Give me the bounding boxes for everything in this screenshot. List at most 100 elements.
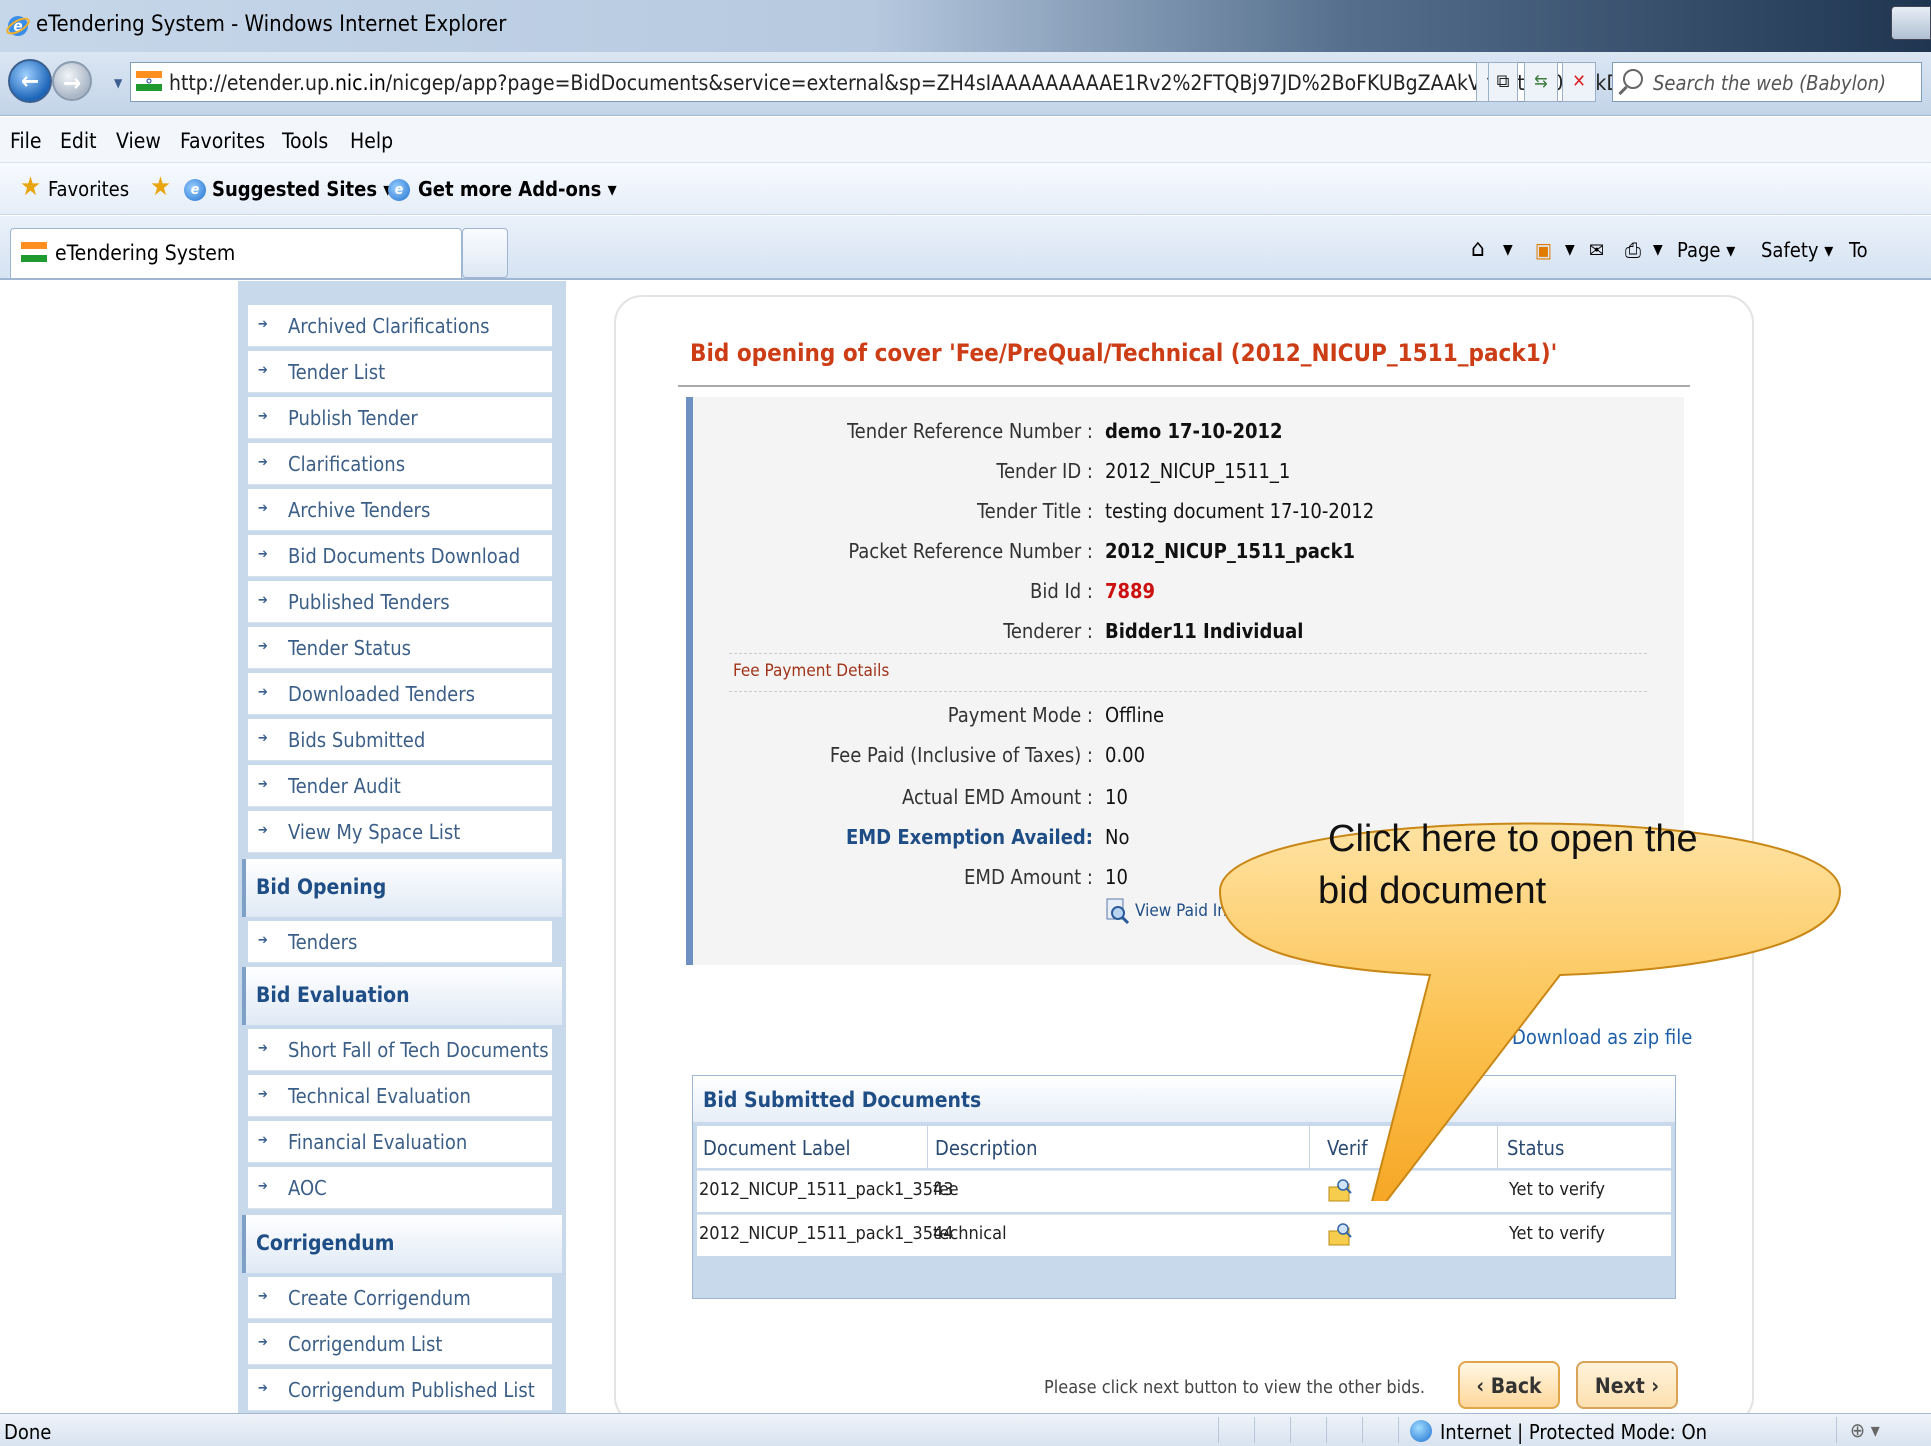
sidebar-item-archive-tenders[interactable]: ➔ Archive Tenders — [248, 489, 552, 531]
sidebar-item-label: Bids Submitted — [288, 728, 426, 752]
sidebar-item-create-corrigendum[interactable]: ➔ Create Corrigendum — [248, 1277, 552, 1319]
sidebar-item-downloaded-tenders[interactable]: ➔ Downloaded Tenders — [248, 673, 552, 715]
sidebar-item-view-my-space-list[interactable]: ➔ View My Space List — [248, 811, 552, 853]
sidebar-item-tender-status[interactable]: ➔ Tender Status — [248, 627, 552, 669]
feeds-icon[interactable]: ▣ — [1535, 238, 1552, 262]
menu-view[interactable]: View — [116, 129, 161, 153]
sidebar-item-published-tenders[interactable]: ➔ Published Tenders — [248, 581, 552, 623]
open-folder-icon[interactable] — [1327, 1221, 1353, 1249]
next-hint-text: Please click next button to view the oth… — [1044, 1377, 1426, 1398]
column-header-description: Description — [935, 1136, 1038, 1160]
emd-amount-label: EMD Amount : — [964, 865, 1093, 889]
fee-paid-label: Fee Paid (Inclusive of Taxes) : — [829, 743, 1093, 767]
new-tab-button[interactable] — [462, 228, 508, 278]
search-input[interactable]: Search the web (Babylon) — [1612, 62, 1922, 102]
favorites-button[interactable]: Favorites — [48, 177, 129, 201]
bullet-icon: ➔ — [258, 1087, 268, 1102]
security-zone-text: Internet | Protected Mode: On — [1440, 1420, 1708, 1444]
sidebar-item-tender-audit[interactable]: ➔ Tender Audit — [248, 765, 552, 807]
print-dropdown-icon[interactable]: ▼ — [1653, 242, 1663, 258]
status-separator — [1836, 1417, 1837, 1443]
safety-menu[interactable]: Safety ▾ — [1761, 238, 1833, 262]
ie-page-icon: e — [184, 179, 206, 201]
sidebar-item-label: Technical Evaluation — [288, 1084, 471, 1108]
feeds-dropdown-icon[interactable]: ▼ — [1565, 242, 1575, 258]
home-dropdown-icon[interactable]: ▼ — [1503, 242, 1513, 258]
menu-favorites[interactable]: Favorites — [180, 129, 265, 153]
status-text: Done — [4, 1420, 52, 1444]
sidebar-item-tenders[interactable]: ➔ Tenders — [248, 921, 552, 963]
url-domain: nic.in — [334, 71, 386, 95]
sidebar-item-tender-list[interactable]: ➔ Tender List — [248, 351, 552, 393]
bullet-icon: ➔ — [258, 1133, 268, 1148]
bullet-icon: ➔ — [258, 547, 268, 562]
add-favorite-icon[interactable]: ★ — [150, 174, 174, 200]
sidebar-item-publish-tender[interactable]: ➔ Publish Tender — [248, 397, 552, 439]
tab-etendering[interactable]: eTendering System — [10, 228, 462, 278]
menu-tools[interactable]: Tools — [282, 129, 328, 153]
zoom-icon[interactable]: ⊕ ▾ — [1850, 1418, 1880, 1442]
back-button[interactable]: ‹ Back — [1458, 1361, 1560, 1409]
get-addons-link[interactable]: Get more Add-ons ▾ — [418, 177, 617, 201]
column-header-document-label: Document Label — [703, 1136, 851, 1160]
page-content: ➔ Archived Clarifications ➔ Tender List ➔ P… — [0, 281, 1931, 1413]
address-bar[interactable]: http://etender.up.nic.in/nicgep/app?page… — [130, 62, 1686, 102]
divider — [729, 691, 1647, 692]
command-bar: ⌂ ▼ ▣ ▼ ✉ ⎙ ▼ Page ▾ Safety ▾ To — [1471, 230, 1931, 270]
print-icon[interactable]: ⎙ — [1625, 238, 1641, 262]
sidebar-item-corrigendum-published-list[interactable]: ➔ Corrigendum Published List — [248, 1369, 552, 1411]
tools-menu[interactable]: To — [1849, 238, 1868, 262]
bullet-icon: ➔ — [258, 685, 268, 700]
packet-ref-label: Packet Reference Number : — [848, 539, 1093, 563]
menu-help[interactable]: Help — [350, 129, 393, 153]
sidebar-item-label: Create Corrigendum — [288, 1286, 471, 1310]
sidebar-item-bid-documents-download[interactable]: ➔ Bid Documents Download — [248, 535, 552, 577]
arrow-right-icon: → — [62, 69, 82, 97]
forward-button[interactable]: → — [52, 61, 92, 101]
sidebar-item-bids-submitted[interactable]: ➔ Bids Submitted — [248, 719, 552, 761]
sidebar-heading-bid-evaluation: Bid Evaluation — [242, 967, 562, 1025]
sidebar-item-aoc[interactable]: ➔ AOC — [248, 1167, 552, 1209]
sidebar-item-archived-clarifications[interactable]: ➔ Archived Clarifications — [248, 305, 552, 347]
tab-label: eTendering System — [55, 241, 236, 265]
sidebar-item-label: Financial Evaluation — [288, 1130, 468, 1154]
tenderer-value: Bidder11 Individual — [1105, 619, 1304, 643]
url-prefix: http://etender.up. — [169, 71, 335, 95]
sidebar-item-financial-evaluation[interactable]: ➔ Financial Evaluation — [248, 1121, 552, 1163]
sidebar-item-label: Tenders — [288, 930, 358, 954]
ie-page-icon: e — [388, 179, 410, 201]
bullet-icon: ➔ — [258, 317, 268, 332]
status-bar: Done Internet | Protected Mode: On ⊕ ▾ — [0, 1413, 1931, 1446]
compatibility-view-icon[interactable]: ⧉ — [1488, 62, 1518, 102]
bullet-icon: ➔ — [258, 501, 268, 516]
magnifier-document-icon — [1106, 898, 1130, 925]
sidebar-item-label: Archived Clarifications — [288, 314, 490, 338]
mail-icon[interactable]: ✉ — [1589, 238, 1604, 262]
status-separator — [1254, 1417, 1255, 1443]
stop-icon[interactable]: ✕ — [1562, 62, 1596, 102]
sidebar-item-corrigendum-list[interactable]: ➔ Corrigendum List — [248, 1323, 552, 1365]
sidebar-item-short-fall-tech-documents[interactable]: ➔ Short Fall of Tech Documents — [248, 1029, 552, 1071]
suggested-sites-link[interactable]: Suggested Sites ▾ — [212, 177, 392, 201]
sidebar-item-label: Tender List — [288, 360, 386, 384]
table-title: Bid Submitted Documents — [703, 1088, 982, 1112]
home-icon[interactable]: ⌂ — [1471, 234, 1485, 262]
sidebar-heading-bid-opening: Bid Opening — [242, 859, 562, 917]
fee-paid-value: 0.00 — [1105, 743, 1146, 767]
back-button[interactable]: ← — [8, 59, 52, 103]
sidebar-item-technical-evaluation[interactable]: ➔ Technical Evaluation — [248, 1075, 552, 1117]
recent-pages-dropdown[interactable]: ▼ — [114, 76, 122, 90]
sidebar-item-clarifications[interactable]: ➔ Clarifications — [248, 443, 552, 485]
minimize-button[interactable] — [1891, 6, 1931, 40]
document-label-cell: 2012_NICUP_1511_pack1_3543 — [699, 1179, 954, 1200]
refresh-icon[interactable]: ⇆ — [1524, 62, 1558, 102]
menu-file[interactable]: File — [10, 129, 41, 153]
sidebar-item-label: Publish Tender — [288, 406, 418, 430]
sidebar: ➔ Archived Clarifications ➔ Tender List ➔ P… — [238, 281, 566, 1413]
window-title-bar: e eTendering System - Windows Internet E… — [0, 0, 1931, 52]
internet-zone-icon — [1410, 1420, 1432, 1442]
page-menu[interactable]: Page ▾ — [1677, 238, 1735, 262]
next-button[interactable]: Next › — [1576, 1361, 1678, 1409]
tender-ref-label: Tender Reference Number : — [847, 419, 1093, 443]
menu-edit[interactable]: Edit — [60, 129, 97, 153]
